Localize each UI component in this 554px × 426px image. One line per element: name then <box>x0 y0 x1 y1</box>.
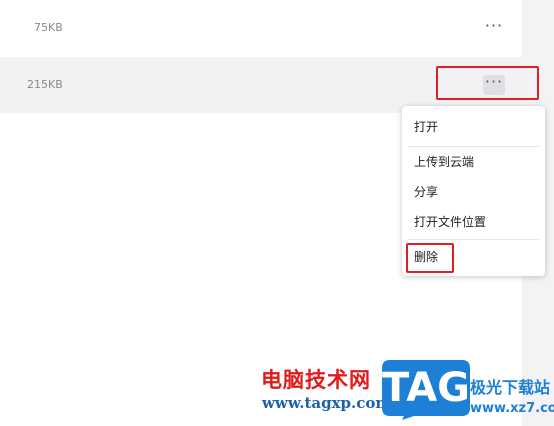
watermark-site-name: 极光下载站 <box>470 378 551 397</box>
menu-item-upload-cloud[interactable]: 上传到云端 <box>402 147 545 177</box>
menu-item-open[interactable]: 打开 <box>402 112 545 142</box>
file-size: 75KB <box>34 21 63 34</box>
logo-text: TAG <box>382 365 470 411</box>
file-manager-view: 75KB ··· 215KB ··· 打开 上传到云端 分享 打开文件位置 删除… <box>0 0 554 426</box>
menu-item-open-file-location[interactable]: 打开文件位置 <box>402 207 545 237</box>
context-menu: 打开 上传到云端 分享 打开文件位置 删除 <box>402 106 545 276</box>
watermark-site-url: www.xz7.com <box>470 401 554 416</box>
more-options-button[interactable]: ··· <box>483 18 505 39</box>
watermark-title: 电脑技术网 <box>261 368 371 392</box>
watermark-url: www.tagxp.com <box>262 394 392 412</box>
tag-logo: TAG <box>380 356 472 420</box>
more-options-button-active[interactable]: ··· <box>483 74 505 95</box>
file-row-selected[interactable]: 215KB ··· <box>0 57 522 113</box>
menu-divider <box>408 239 539 240</box>
menu-item-delete[interactable]: 删除 <box>402 242 545 272</box>
file-size: 215KB <box>27 78 63 91</box>
menu-item-share[interactable]: 分享 <box>402 177 545 207</box>
file-row[interactable]: 75KB ··· <box>0 0 522 56</box>
